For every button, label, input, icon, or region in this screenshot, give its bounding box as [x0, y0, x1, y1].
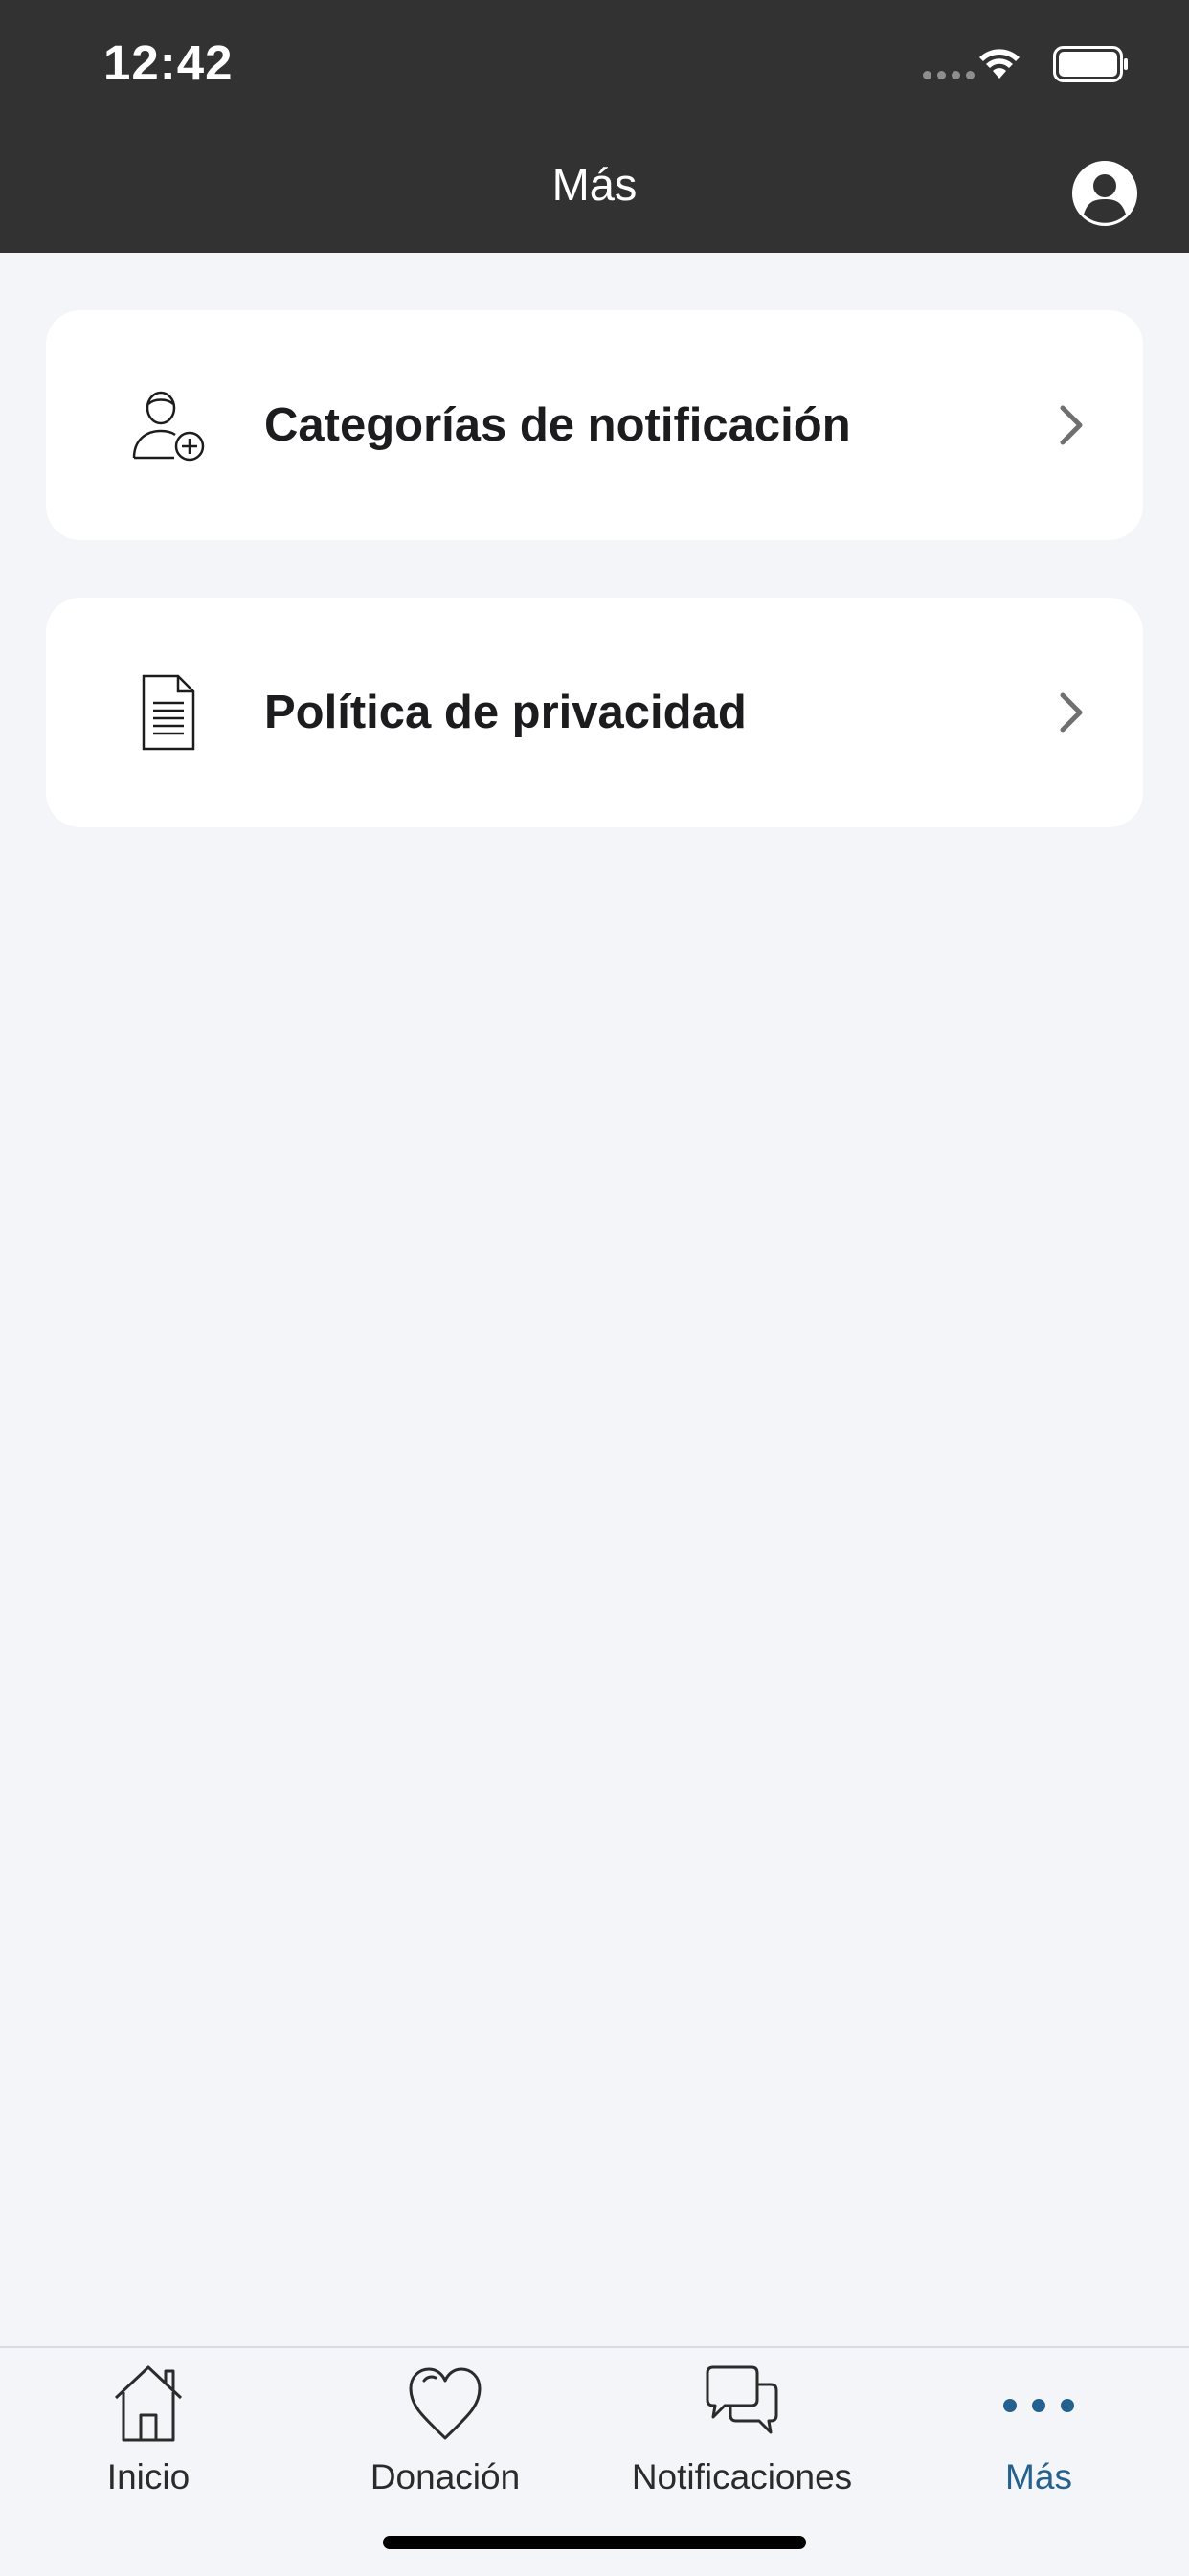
- tab-label: Más: [1005, 2457, 1072, 2497]
- document-icon: [142, 674, 195, 751]
- page-title: Más: [551, 159, 638, 210]
- menu-item-label: Política de privacidad: [264, 687, 747, 738]
- menu-item-notification-categories[interactable]: Categorías de notificación: [46, 310, 1143, 540]
- heart-icon: [409, 2367, 482, 2440]
- home-indicator: [383, 2536, 806, 2549]
- tab-mas[interactable]: Más: [890, 2360, 1187, 2497]
- status-time: 12:42: [103, 35, 234, 90]
- more-dots-icon: [1003, 2399, 1074, 2412]
- chat-bubbles-icon: [706, 2365, 778, 2434]
- signal-icon: [923, 71, 975, 79]
- profile-icon[interactable]: [1070, 159, 1139, 228]
- user-add-icon: [132, 391, 205, 462]
- tab-label: Donación: [370, 2457, 521, 2497]
- tab-label: Inicio: [106, 2457, 191, 2497]
- wifi-icon: [979, 49, 1020, 79]
- menu-item-label: Categorías de notificación: [264, 399, 851, 451]
- home-icon: [114, 2365, 183, 2442]
- header-bar: 12:42 Más: [0, 0, 1189, 253]
- tab-inicio[interactable]: Inicio: [0, 2360, 297, 2497]
- chevron-right-icon: [1060, 405, 1083, 445]
- tab-notificaciones[interactable]: Notificaciones: [594, 2360, 890, 2497]
- tab-donacion[interactable]: Donación: [297, 2360, 594, 2497]
- tab-label: Notificaciones: [631, 2457, 853, 2497]
- battery-icon: [1053, 46, 1128, 82]
- chevron-right-icon: [1060, 692, 1083, 733]
- menu-item-privacy-policy[interactable]: Política de privacidad: [46, 598, 1143, 827]
